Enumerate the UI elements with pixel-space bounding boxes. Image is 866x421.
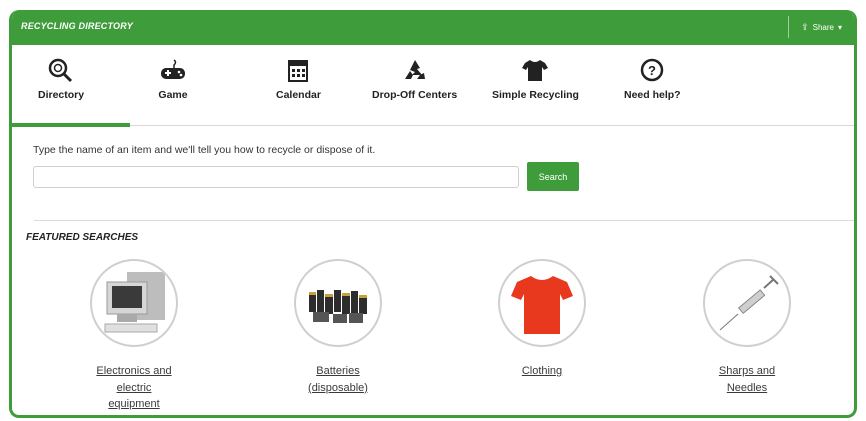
search-section: Type the name of an item and we'll tell … bbox=[33, 144, 579, 191]
magnifier-recycle-icon bbox=[48, 58, 73, 83]
clothing-image bbox=[498, 259, 586, 347]
electronics-image bbox=[90, 259, 178, 347]
chevron-down-icon: ▾ bbox=[837, 22, 842, 32]
batteries-image bbox=[294, 259, 382, 347]
featured-link[interactable]: Electronics and electric equipment bbox=[54, 363, 214, 413]
share-icon: ⇪ bbox=[801, 21, 809, 32]
featured-link[interactable]: Sharps and Needles bbox=[667, 363, 827, 396]
tab-label: Directory bbox=[38, 89, 85, 101]
tab-label: Calendar bbox=[276, 89, 321, 101]
tab-label: Drop-Off Centers bbox=[372, 89, 458, 101]
featured-item-clothing[interactable]: Clothing bbox=[462, 259, 622, 380]
tab-drop-off-centers[interactable]: Drop-Off Centers bbox=[372, 57, 457, 101]
section-divider bbox=[34, 220, 854, 221]
featured-item-batteries[interactable]: Batteries (disposable) bbox=[258, 259, 418, 396]
tab-need-help[interactable]: ? Need help? bbox=[624, 57, 681, 101]
tab-label: Game bbox=[158, 89, 188, 101]
app-title: RECYCLING DIRECTORY bbox=[21, 21, 133, 31]
share-button[interactable]: ⇪ Share ▾ bbox=[788, 16, 854, 38]
recycle-icon bbox=[404, 60, 425, 79]
game-controller-icon bbox=[161, 59, 185, 79]
svg-text:?: ? bbox=[648, 63, 656, 78]
tab-directory[interactable]: Directory bbox=[38, 57, 84, 101]
share-label: Share bbox=[812, 22, 834, 32]
tab-game[interactable]: Game bbox=[158, 57, 188, 101]
search-prompt: Type the name of an item and we'll tell … bbox=[33, 144, 376, 156]
header-bar: RECYCLING DIRECTORY ⇪ Share ▾ bbox=[12, 10, 854, 45]
featured-item-sharps[interactable]: Sharps and Needles bbox=[667, 259, 827, 396]
question-icon: ? bbox=[641, 58, 664, 82]
search-button[interactable]: Search bbox=[527, 162, 579, 191]
featured-link[interactable]: Clothing bbox=[462, 363, 622, 380]
featured-item-electronics[interactable]: Electronics and electric equipment bbox=[54, 259, 214, 413]
tab-simple-recycling[interactable]: Simple Recycling bbox=[492, 57, 579, 101]
tshirt-icon bbox=[522, 60, 549, 81]
widget-frame: RECYCLING DIRECTORY ⇪ Share ▾ Directory … bbox=[9, 10, 857, 418]
tab-label: Need help? bbox=[624, 89, 681, 101]
featured-title: FEATURED SEARCHES bbox=[26, 232, 139, 243]
tab-calendar[interactable]: Calendar bbox=[276, 57, 321, 101]
featured-link[interactable]: Batteries (disposable) bbox=[258, 363, 418, 396]
active-tab-indicator bbox=[12, 123, 130, 127]
tab-bar: Directory Game Calendar Drop-Off Centers… bbox=[12, 45, 854, 127]
tab-label: Simple Recycling bbox=[492, 89, 579, 101]
calendar-icon bbox=[288, 60, 309, 82]
syringe-image bbox=[703, 259, 791, 347]
search-input[interactable] bbox=[33, 165, 519, 188]
